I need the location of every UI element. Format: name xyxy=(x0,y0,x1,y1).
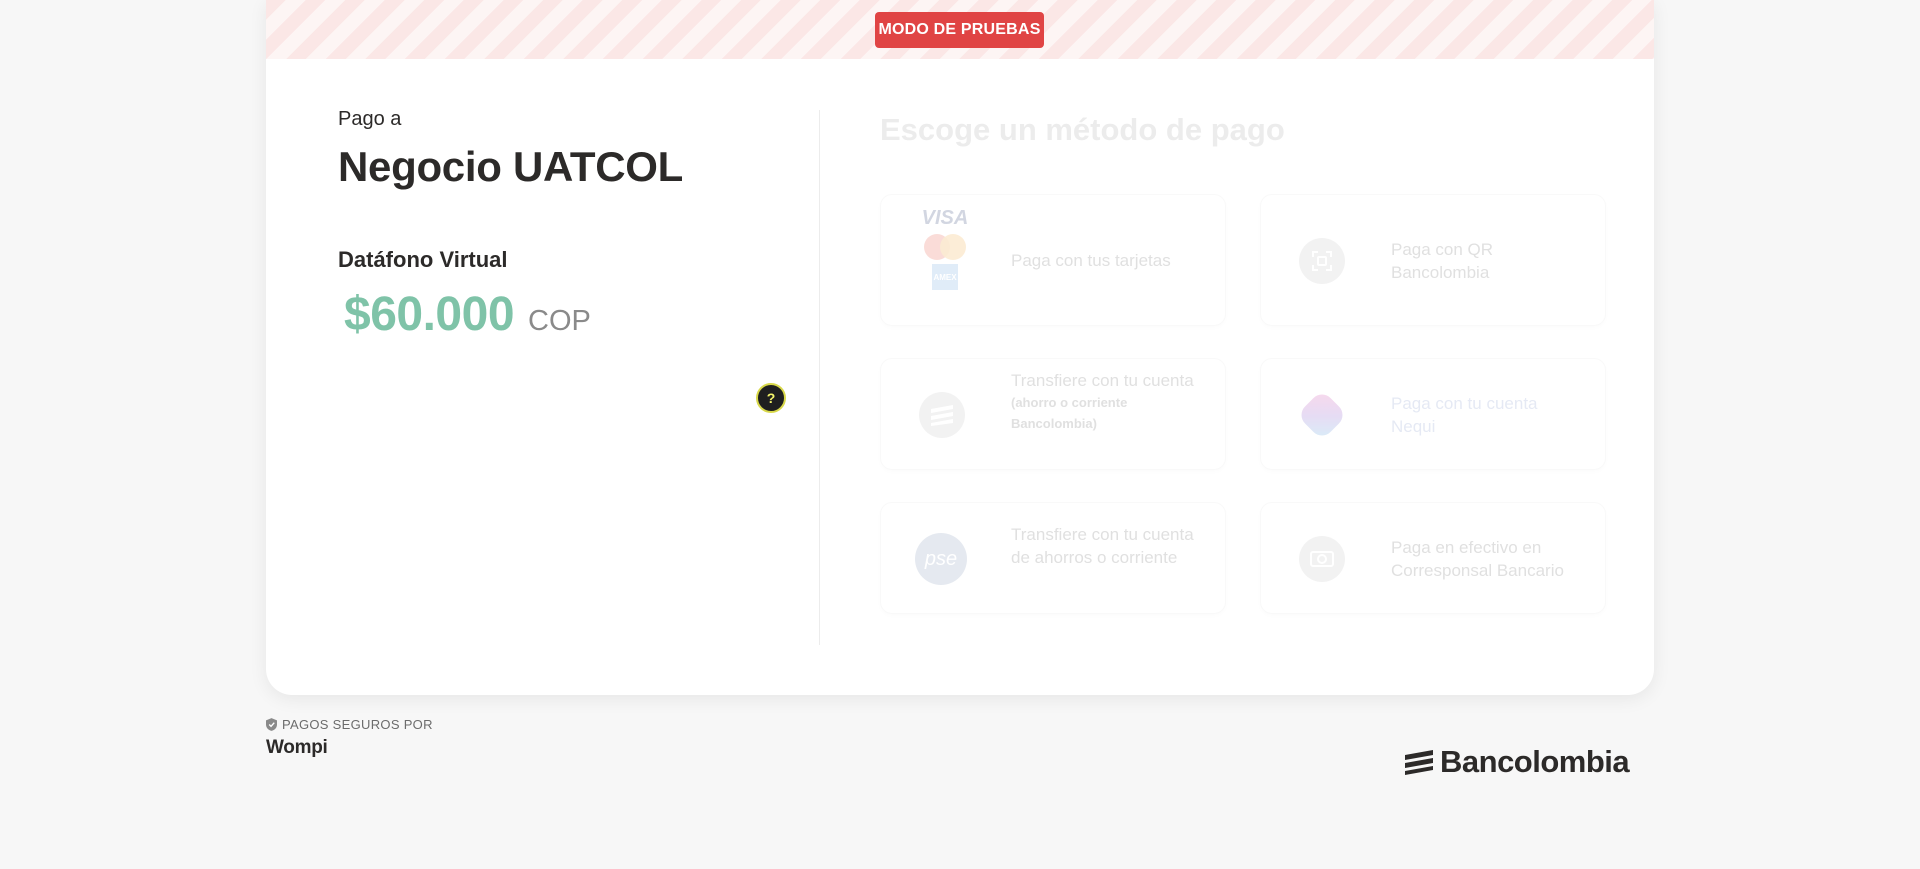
amount-row: $60.000 COP xyxy=(338,287,798,342)
mastercard-icon xyxy=(924,234,966,260)
payment-methods-panel: Escoge un método de pago VISA AMEX Paga … xyxy=(880,112,1610,614)
nequi-icon xyxy=(1296,389,1348,441)
product-name: Datáfono Virtual xyxy=(338,247,508,272)
method-cash-label: Paga en efectivo en Corresponsal Bancari… xyxy=(1391,538,1564,580)
bancolombia-logo-icon xyxy=(1405,750,1433,775)
bancolombia-icon xyxy=(919,392,965,438)
merchant-name: Negocio UATCOL xyxy=(338,143,684,190)
method-qr-label: Paga con QR Bancolombia xyxy=(1391,240,1494,282)
method-cards[interactable]: VISA AMEX Paga con tus tarjetas xyxy=(880,194,1226,326)
shield-icon xyxy=(266,718,277,731)
checkout-card: MODO DE PRUEBAS Pago a Negocio UATCOL Da… xyxy=(266,0,1654,695)
pse-icon: pse xyxy=(915,533,967,585)
amex-icon: AMEX xyxy=(932,264,958,290)
method-bancolombia-transfer[interactable]: Transfiere con tu cuenta (ahorro o corri… xyxy=(880,358,1226,470)
method-cards-label: Paga con tus tarjetas xyxy=(1011,251,1171,270)
method-pse-label: Transfiere con tu cuenta de ahorros o co… xyxy=(1011,525,1194,567)
amount-value: $60.000 xyxy=(344,288,515,341)
qr-scan-icon xyxy=(1299,238,1345,284)
currency-code: COP xyxy=(528,305,591,337)
method-qr-bancolombia[interactable]: Paga con QR Bancolombia xyxy=(1260,194,1606,326)
method-transfer-label: Transfiere con tu cuenta (ahorro o corri… xyxy=(1011,369,1201,434)
divider xyxy=(819,110,820,645)
method-cash[interactable]: Paga en efectivo en Corresponsal Bancari… xyxy=(1260,502,1606,614)
payment-methods-title: Escoge un método de pago xyxy=(880,112,1285,147)
wompi-logo: Wompi xyxy=(266,737,328,758)
method-nequi[interactable]: Paga con tu cuenta Nequi xyxy=(1260,358,1606,470)
test-mode-badge: MODO DE PRUEBAS xyxy=(875,12,1044,48)
visa-icon: VISA xyxy=(921,207,969,229)
payment-summary: Pago a Negocio UATCOL Datáfono Virtual $… xyxy=(338,108,798,342)
help-icon[interactable]: ? xyxy=(756,383,786,413)
method-transfer-sublabel: (ahorro o corriente Bancolombia) xyxy=(1011,395,1128,431)
method-pse[interactable]: pse Transfiere con tu cuenta de ahorros … xyxy=(880,502,1226,614)
secure-payments-label: PAGOS SEGUROS POR xyxy=(266,717,433,732)
bancolombia-logo: Bancolombia xyxy=(1404,744,1630,780)
pay-to-label: Pago a xyxy=(338,108,402,130)
method-nequi-label: Paga con tu cuenta Nequi xyxy=(1391,394,1538,436)
cash-icon xyxy=(1299,536,1345,582)
card-brands-icon: VISA AMEX xyxy=(919,207,971,290)
